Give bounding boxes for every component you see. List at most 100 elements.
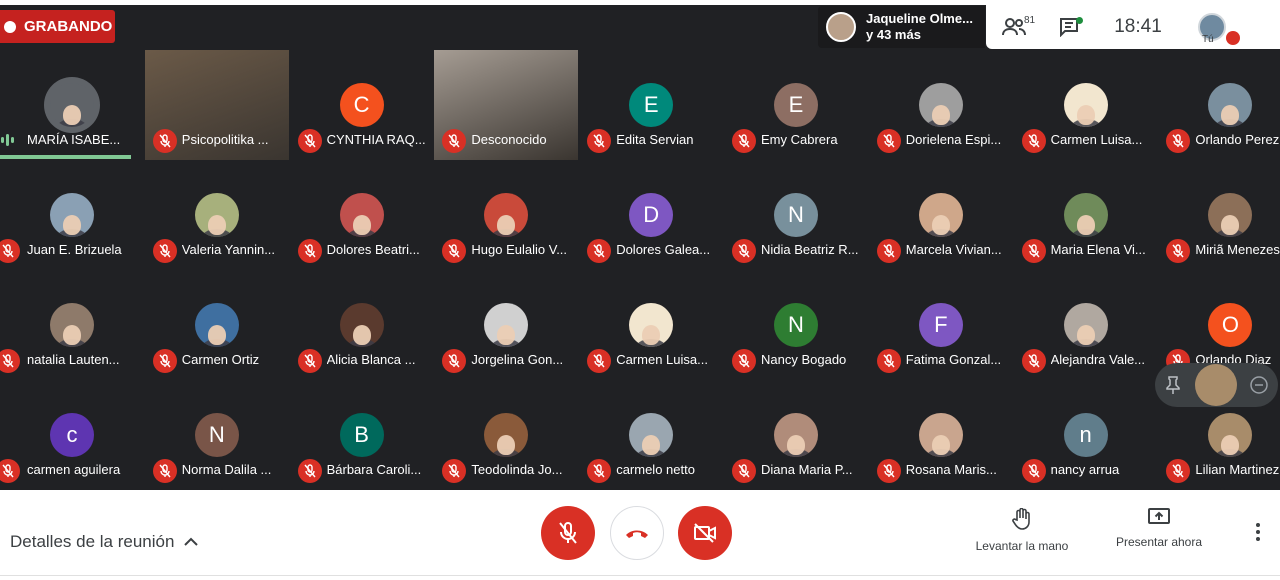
participant-name: Juan E. Brizuela bbox=[27, 242, 122, 257]
participant-tile[interactable]: n nancy arrua bbox=[1014, 380, 1158, 490]
participant-avatar: O bbox=[1208, 303, 1253, 347]
mic-muted-icon bbox=[1021, 459, 1046, 483]
participant-tile[interactable]: C CYNTHIA RAQ... bbox=[290, 50, 434, 160]
participant-tile[interactable]: Alicia Blanca ... bbox=[290, 270, 434, 380]
participant-tile[interactable]: Carmen Ortiz bbox=[145, 270, 289, 380]
participant-tile[interactable]: E Edita Servian bbox=[579, 50, 723, 160]
recording-label: GRABANDO bbox=[24, 18, 113, 35]
present-now-button[interactable]: Presentar ahora bbox=[1099, 508, 1219, 549]
participant-avatar bbox=[629, 303, 674, 347]
mic-muted-icon bbox=[587, 459, 612, 483]
participant-tile[interactable]: MARÍA ISABE... bbox=[0, 50, 144, 160]
leave-call-button[interactable] bbox=[610, 506, 664, 560]
participant-tile[interactable]: Miriã Menezes bbox=[1158, 160, 1280, 270]
participant-avatar bbox=[918, 193, 963, 237]
participant-tile[interactable]: Valeria Yannin... bbox=[145, 160, 289, 270]
participant-name: Alejandra Vale... bbox=[1050, 352, 1146, 367]
participant-tile[interactable]: N Nancy Bogado bbox=[724, 270, 868, 380]
participant-tile[interactable]: Diana Maria P... bbox=[724, 380, 868, 490]
clock: 18:41 bbox=[1114, 16, 1162, 37]
mic-muted-icon bbox=[876, 459, 901, 483]
mic-muted-icon bbox=[442, 349, 467, 373]
camera-toggle-button[interactable] bbox=[678, 506, 732, 560]
participant-tile[interactable]: Maria Elena Vi... bbox=[1014, 160, 1158, 270]
participant-tile[interactable]: F Fatima Gonzal... bbox=[869, 270, 1013, 380]
participant-avatar bbox=[339, 303, 384, 347]
participant-name: MARÍA ISABE... bbox=[27, 132, 121, 147]
chat-notification-dot bbox=[1076, 17, 1083, 24]
mic-muted-icon bbox=[152, 459, 177, 483]
self-view[interactable]: Tú bbox=[1178, 5, 1240, 49]
participant-name: natalia Lauten... bbox=[27, 352, 120, 367]
participant-name: Nidia Beatriz R... bbox=[761, 242, 859, 257]
participant-tile[interactable]: Alejandra Vale... bbox=[1014, 270, 1158, 380]
participant-name: Norma Dalila ... bbox=[181, 462, 272, 477]
participant-tile[interactable]: Jorgelina Gon... bbox=[434, 270, 578, 380]
participant-tile[interactable]: Dolores Beatri... bbox=[290, 160, 434, 270]
mic-muted-icon bbox=[1021, 129, 1046, 153]
participant-tile[interactable]: Marcela Vivian... bbox=[869, 160, 1013, 270]
people-button[interactable]: 81 bbox=[986, 5, 1042, 49]
mic-muted-icon bbox=[1021, 239, 1046, 263]
participant-avatar bbox=[194, 303, 239, 347]
participant-tile[interactable]: Psicopolitika ... bbox=[144, 50, 289, 160]
participant-tile[interactable]: Desconocido bbox=[434, 50, 579, 160]
chat-button[interactable] bbox=[1042, 5, 1098, 49]
participant-tile[interactable]: natalia Lauten... bbox=[0, 270, 144, 380]
participant-name: Nancy Bogado bbox=[761, 352, 847, 367]
hand-icon bbox=[1012, 507, 1030, 530]
top-controls: 81 18:41 Tú bbox=[986, 5, 1280, 49]
participant-avatar: n bbox=[1063, 413, 1108, 457]
participant-tile[interactable]: Hugo Eulalio V... bbox=[434, 160, 578, 270]
record-dot-icon bbox=[4, 20, 16, 33]
participant-avatar: D bbox=[629, 193, 674, 237]
participant-name: Carmen Luisa... bbox=[1050, 132, 1143, 147]
participant-name: carmen aguilera bbox=[27, 462, 121, 477]
mic-toggle-button[interactable] bbox=[541, 506, 595, 560]
mic-muted-icon bbox=[152, 239, 177, 263]
participant-tile[interactable]: B Bárbara Caroli... bbox=[290, 380, 434, 490]
more-options-button[interactable] bbox=[1250, 520, 1266, 544]
participant-tile[interactable]: Juan E. Brizuela bbox=[0, 160, 144, 270]
participant-tile[interactable]: Carmen Luisa... bbox=[1014, 50, 1158, 160]
participant-tile[interactable]: Teodolinda Jo... bbox=[434, 380, 578, 490]
participant-tile[interactable]: E Emy Cabrera bbox=[724, 50, 868, 160]
participant-name: Orlando Perez bbox=[1195, 132, 1280, 147]
mic-muted-icon bbox=[152, 129, 177, 153]
remove-icon[interactable] bbox=[1250, 376, 1268, 394]
pin-icon[interactable] bbox=[1165, 376, 1181, 394]
mic-muted-icon bbox=[0, 349, 20, 373]
participant-tile[interactable]: Rosana Maris... bbox=[869, 380, 1013, 490]
mic-muted-icon bbox=[0, 459, 20, 483]
meet-window: GRABANDO Jaqueline Olme... y 43 más 81 1… bbox=[0, 0, 1280, 580]
participant-tile[interactable]: Dorielena Espi... bbox=[869, 50, 1013, 160]
participant-tile[interactable]: N Norma Dalila ... bbox=[145, 380, 289, 490]
participant-tile[interactable]: N Nidia Beatriz R... bbox=[724, 160, 868, 270]
mic-muted-icon bbox=[297, 459, 322, 483]
mic-muted-icon bbox=[442, 239, 467, 263]
meeting-details-button[interactable]: Detalles de la reunión bbox=[10, 532, 199, 552]
participant-name: Valeria Yannin... bbox=[181, 242, 276, 257]
participant-avatar bbox=[50, 303, 94, 347]
self-mic-off-icon bbox=[1226, 31, 1240, 45]
participant-tile[interactable]: c carmen aguilera bbox=[0, 380, 144, 490]
tile-hover-controls[interactable] bbox=[1155, 363, 1278, 407]
participant-name: Alicia Blanca ... bbox=[326, 352, 416, 367]
participant-avatar bbox=[1063, 193, 1108, 237]
participant-avatar bbox=[484, 303, 529, 347]
mic-muted-icon bbox=[587, 349, 612, 373]
participant-name: Bárbara Caroli... bbox=[326, 462, 422, 477]
participant-tile[interactable]: Orlando Perez bbox=[1158, 50, 1280, 160]
participant-tile[interactable]: Carmen Luisa... bbox=[579, 270, 723, 380]
participant-tile[interactable]: D Dolores Galea... bbox=[579, 160, 723, 270]
participant-name: Carmen Luisa... bbox=[616, 352, 708, 367]
chevron-up-icon bbox=[184, 537, 199, 546]
presenter-info[interactable]: Jaqueline Olme... y 43 más bbox=[818, 6, 985, 48]
participant-name: Desconocido bbox=[471, 132, 547, 147]
raise-hand-button[interactable]: Levantar la mano bbox=[962, 507, 1082, 553]
presenter-sub: y 43 más bbox=[866, 27, 921, 42]
mic-muted-icon bbox=[876, 129, 901, 153]
participant-avatar bbox=[50, 193, 94, 237]
participant-tile[interactable]: carmelo netto bbox=[579, 380, 723, 490]
people-icon bbox=[1002, 18, 1026, 36]
